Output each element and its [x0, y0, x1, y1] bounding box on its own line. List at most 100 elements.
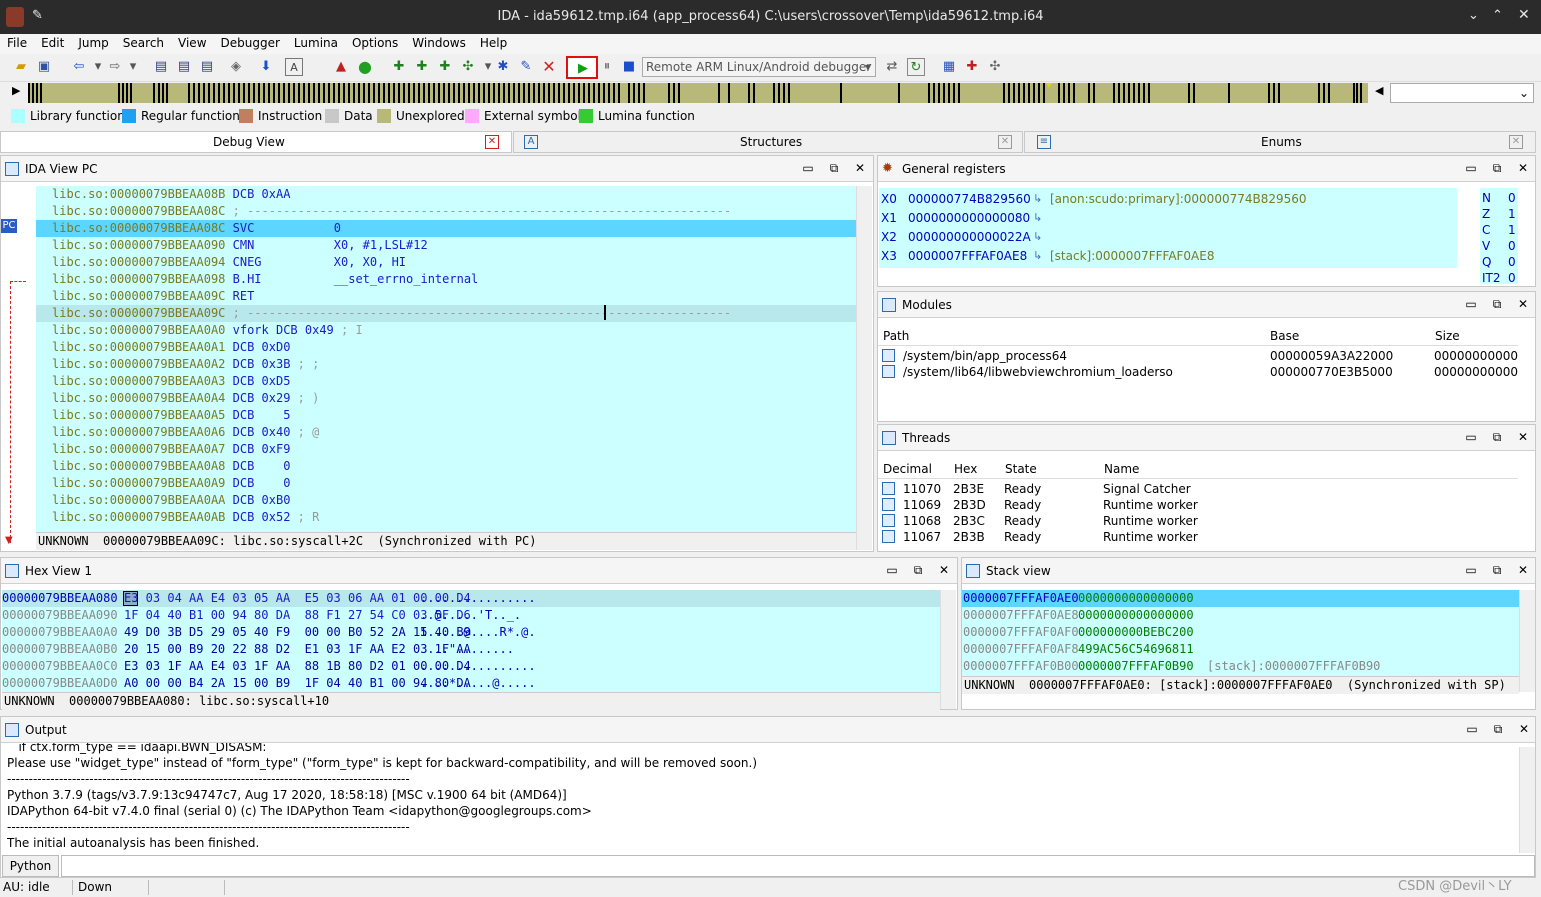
- dropdown-icon[interactable]: ▾: [124, 58, 142, 76]
- disasm-line[interactable]: libc.so:00000079BBEAA090 CMN X0, #1,LSL#…: [36, 237, 856, 254]
- close-panel-icon[interactable]: ✕: [853, 161, 867, 175]
- open-folder-icon[interactable]: ▰: [12, 58, 30, 76]
- forward-arrow-icon[interactable]: ⇨: [106, 58, 124, 76]
- disassembly-listing[interactable]: libc.so:00000079BBEAA08B DCB 0xAA libc.so…: [36, 186, 856, 532]
- disasm-line[interactable]: libc.so:00000079BBEAA08C SVC 0: [36, 220, 856, 237]
- flag-row[interactable]: C1: [1482, 222, 1518, 238]
- minimize-panel-icon[interactable]: ▭: [1464, 161, 1478, 175]
- menu-debugger[interactable]: Debugger: [214, 34, 287, 50]
- nav-left-arrow-icon[interactable]: ▶: [12, 84, 20, 97]
- flag-row[interactable]: IT2 0: [1482, 270, 1518, 286]
- save-icon[interactable]: ▣: [35, 58, 53, 76]
- float-panel-icon[interactable]: ⧉: [911, 563, 925, 578]
- stack-view-scrollbar[interactable]: [1519, 590, 1535, 692]
- disasm-line[interactable]: libc.so:00000079BBEAA0A8 DCB 0: [36, 458, 856, 475]
- hex-row[interactable]: 00000079BBEAA0B0 20 15 00 B9 20 22 88 D2 …: [2, 641, 940, 658]
- add-watch-icon[interactable]: ✚: [413, 58, 431, 76]
- segment-select[interactable]: ⌄: [1390, 83, 1534, 103]
- disasm-line[interactable]: libc.so:00000079BBEAA094 CNEG X0, X0, HI: [36, 254, 856, 271]
- disasm-line[interactable]: libc.so:00000079BBEAA0A7 DCB 0xF9: [36, 441, 856, 458]
- down-arrow-icon[interactable]: ⬇: [257, 58, 275, 76]
- hex-row[interactable]: 00000079BBEAA090 1F 04 40 B1 00 94 80 DA …: [2, 607, 940, 624]
- debugger-select[interactable]: Remote ARM Linux/Android debugger ▾: [642, 57, 876, 77]
- flag-row[interactable]: Q0: [1482, 254, 1518, 270]
- disasm-line[interactable]: libc.so:00000079BBEAA0A3 DCB 0xD5: [36, 373, 856, 390]
- minimize-panel-icon[interactable]: ▭: [1464, 563, 1478, 577]
- float-panel-icon[interactable]: ⧉: [1490, 161, 1504, 176]
- disasm-line[interactable]: libc.so:00000079BBEAA0A2 DCB 0x3B ; ;: [36, 356, 856, 373]
- disasm-line[interactable]: libc.so:00000079BBEAA0A5 DCB 5: [36, 407, 856, 424]
- disasm-line[interactable]: libc.so:00000079BBEAA0AA DCB 0xB0: [36, 492, 856, 509]
- tab-structures[interactable]: A Structures ✕: [513, 131, 1023, 153]
- python-command-input[interactable]: [61, 855, 1535, 877]
- close-tab-icon[interactable]: ✕: [998, 135, 1012, 149]
- jump-arrow-icon[interactable]: ↳: [1033, 190, 1042, 208]
- disasm-line[interactable]: libc.so:00000079BBEAA0A1 DCB 0xD0: [36, 339, 856, 356]
- close-tab-icon[interactable]: ✕: [1509, 135, 1523, 149]
- disasm-line[interactable]: libc.so:00000079BBEAA08B DCB 0xAA: [36, 186, 856, 203]
- module-row[interactable]: /system/lib64/libwebviewchromium_loaders…: [878, 364, 1518, 380]
- back-arrow-icon[interactable]: ⇦: [70, 58, 88, 76]
- column-state[interactable]: State: [1005, 462, 1037, 476]
- hex-row[interactable]: 00000079BBEAA0C0 E3 03 1F AA E4 03 1F AA …: [2, 658, 940, 675]
- disasm-line[interactable]: libc.so:00000079BBEAA0A9 DCB 0: [36, 475, 856, 492]
- disasm-line[interactable]: libc.so:00000079BBEAA098 B.HI __set_errn…: [36, 271, 856, 288]
- tab-debug-view[interactable]: Debug View ✕: [0, 131, 512, 153]
- stack-row[interactable]: 0000007FFFAF0AF0 000000000BEBC200: [962, 624, 1519, 641]
- thread-row[interactable]: 11069 2B3D Ready Runtime worker: [878, 497, 1518, 513]
- stack-dump[interactable]: 0000007FFFAF0AE0 0000000000000000 0000007F…: [962, 590, 1519, 676]
- close-panel-icon[interactable]: ✕: [1516, 430, 1530, 444]
- jump-arrow-icon[interactable]: ↳: [1033, 209, 1042, 227]
- text-search-icon[interactable]: ▤: [175, 58, 193, 76]
- start-process-button[interactable]: ▶: [566, 56, 598, 79]
- pause-icon[interactable]: ⏸: [598, 58, 616, 76]
- thread-row[interactable]: 11067 2B3B Ready Runtime worker: [878, 529, 1518, 545]
- jump-arrow-icon[interactable]: ↳: [1033, 247, 1042, 265]
- menu-edit[interactable]: Edit: [34, 34, 71, 50]
- dropdown-icon[interactable]: ▾: [89, 58, 107, 76]
- register-value[interactable]: 0000000000000080: [908, 209, 1030, 227]
- ida-view-scrollbar[interactable]: [856, 186, 872, 550]
- attach-icon[interactable]: ⇄: [883, 58, 901, 76]
- thread-icon[interactable]: ✚: [963, 58, 981, 76]
- edit-icon[interactable]: ✎: [517, 58, 535, 76]
- thread-row[interactable]: 11070 2B3E Ready Signal Catcher: [878, 481, 1518, 497]
- disasm-line[interactable]: libc.so:00000079BBEAA08C ; -------------…: [36, 203, 856, 220]
- column-base[interactable]: Base: [1270, 329, 1299, 343]
- module-row[interactable]: /system/bin/app_process64 00000059A3A2200…: [878, 348, 1518, 364]
- close-panel-icon[interactable]: ✕: [1517, 722, 1531, 736]
- register-value[interactable]: 000000000000022A: [908, 228, 1031, 246]
- green-circle-icon[interactable]: ●: [356, 58, 374, 76]
- stack-row[interactable]: 0000007FFFAF0B00 0000007FFFAF0B90 [stack]:…: [962, 658, 1519, 675]
- disasm-line[interactable]: libc.so:00000079BBEAA0A4 DCB 0x29 ; ): [36, 390, 856, 407]
- column-size[interactable]: Size: [1435, 329, 1460, 343]
- minimize-panel-icon[interactable]: ▭: [885, 563, 899, 577]
- disasm-line[interactable]: libc.so:00000079BBEAA09C RET: [36, 288, 856, 305]
- close-panel-icon[interactable]: ✕: [937, 563, 951, 577]
- register-value[interactable]: 000000774B829560: [908, 190, 1031, 208]
- float-panel-icon[interactable]: ⧉: [1490, 297, 1504, 312]
- float-panel-icon[interactable]: ⧉: [1490, 563, 1504, 578]
- add-breakpoint-icon[interactable]: ✚: [390, 58, 408, 76]
- float-panel-icon[interactable]: ⧉: [1491, 722, 1505, 737]
- navigation-bar[interactable]: [28, 83, 1368, 103]
- output-scrollbar[interactable]: [1519, 747, 1535, 853]
- hex-row[interactable]: 00000079BBEAA0A0 49 D0 3B D5 29 05 40 F9 …: [2, 624, 940, 641]
- disasm-line[interactable]: libc.so:00000079BBEAA0AB DCB 0x52 ; R: [36, 509, 856, 526]
- refresh-icon[interactable]: ↻: [907, 58, 925, 76]
- thread-row[interactable]: 11068 2B3C Ready Runtime worker: [878, 513, 1518, 529]
- register-row[interactable]: X3 0000007FFFAF0AE8 ↳ [stack]:0000007FFFAF0…: [879, 247, 1457, 265]
- register-row[interactable]: X2 000000000000022A ↳: [879, 228, 1457, 246]
- nav-right-arrow-icon[interactable]: ◀: [1375, 84, 1383, 97]
- hex-dump[interactable]: 00000079BBEAA080 E3 03 04 AA E4 03 05 AA …: [2, 590, 940, 692]
- minimize-panel-icon[interactable]: ▭: [1465, 722, 1479, 736]
- stack-row[interactable]: 0000007FFFAF0AE8 0000000000000000: [962, 607, 1519, 624]
- disasm-line[interactable]: libc.so:00000079BBEAA0A0 vfork DCB 0x49 …: [36, 322, 856, 339]
- close-panel-icon[interactable]: ✕: [1516, 161, 1530, 175]
- menu-file[interactable]: File: [0, 34, 34, 50]
- menu-search[interactable]: Search: [116, 34, 171, 50]
- text-icon[interactable]: A: [285, 58, 303, 76]
- hex-row[interactable]: 00000079BBEAA080 E3 03 04 AA E4 03 05 AA …: [2, 590, 940, 607]
- flag-row[interactable]: N0: [1482, 190, 1518, 206]
- jump-arrow-icon[interactable]: ↳: [1033, 228, 1042, 246]
